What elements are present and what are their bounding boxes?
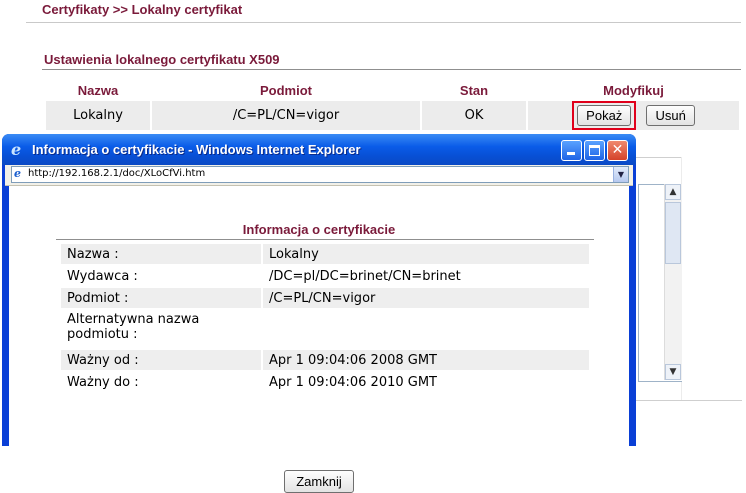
info-label: Ważny do : — [67, 374, 139, 390]
ie-page-icon: e — [14, 167, 21, 180]
close-icon: ✕ — [611, 142, 624, 158]
maximize-button[interactable] — [584, 140, 605, 161]
certificate-info-window: e Informacja o certyfikacie - Windows In… — [2, 134, 636, 493]
address-field[interactable]: e http://192.168.2.1/doc/XLoCfVi.htm ▼ — [11, 166, 629, 183]
window-titlebar[interactable]: e Informacja o certyfikacie - Windows In… — [2, 134, 636, 165]
cert-status-cell: OK — [422, 101, 526, 130]
info-label: Wydawca : — [67, 268, 138, 284]
close-button-wrap: Zamknij — [9, 470, 629, 493]
info-label: Ważny od : — [61, 350, 261, 370]
divider — [56, 239, 594, 240]
info-value: Apr 1 09:04:06 2008 GMT — [263, 350, 589, 370]
table-row: Alternatywna nazwa podmiotu : — [61, 310, 589, 348]
window-content: Informacja o certyfikacie Nazwa : Lokaln… — [9, 186, 629, 493]
table-header-row: Nazwa Podmiot Stan Modyfikuj — [46, 81, 739, 99]
close-button[interactable]: Zamknij — [284, 470, 354, 493]
table-row: Ważny od : Apr 1 09:04:06 2008 GMT — [61, 350, 589, 370]
table-row: Lokalny /C=PL/CN=vigor OK Pokaż Usuń — [46, 101, 739, 130]
info-value: /C=PL/CN=vigor — [263, 288, 589, 308]
table-row: Podmiot : /C=PL/CN=vigor — [61, 288, 589, 308]
info-label: Alternatywna nazwa podmiotu : — [67, 312, 200, 342]
divider — [42, 69, 741, 70]
ie-logo-icon: e — [11, 140, 22, 159]
table-row: Wydawca : /DC=pl/DC=brinet/CN=brinet — [61, 266, 589, 286]
info-value: Lokalny — [263, 244, 589, 264]
divider — [636, 157, 682, 158]
info-label: Nazwa : — [61, 244, 261, 264]
delete-button[interactable]: Usuń — [646, 105, 695, 126]
scroll-up-icon[interactable]: ▲ — [665, 184, 681, 200]
cert-subject-cell: /C=PL/CN=vigor — [152, 101, 420, 130]
cert-name-cell: Lokalny — [46, 101, 150, 130]
info-value: /DC=pl/DC=brinet/CN=brinet — [269, 268, 461, 284]
certificate-info-table: Nazwa : Lokalny Wydawca : /DC=pl/DC=brin… — [59, 242, 591, 394]
window-title: Informacja o certyfikacie - Windows Inte… — [32, 142, 361, 157]
table-row: Ważny do : Apr 1 09:04:06 2010 GMT — [61, 372, 589, 392]
column-header-subject: Podmiot — [260, 82, 312, 98]
certificate-table: Nazwa Podmiot Stan Modyfikuj Lokalny /C=… — [44, 79, 741, 132]
divider — [26, 22, 741, 23]
address-url: http://192.168.2.1/doc/XLoCfVi.htm — [28, 168, 206, 179]
cert-actions-cell: Pokaż Usuń — [528, 101, 739, 130]
chevron-down-icon[interactable]: ▼ — [613, 167, 628, 182]
info-label: Podmiot : — [61, 288, 261, 308]
info-value — [263, 310, 589, 348]
divider — [636, 400, 742, 401]
show-button[interactable]: Pokaż — [577, 105, 632, 126]
column-header-modify: Modyfikuj — [603, 82, 664, 98]
address-bar: e http://192.168.2.1/doc/XLoCfVi.htm ▼ — [5, 165, 633, 186]
scroll-thumb[interactable] — [665, 202, 681, 264]
show-button-highlight: Pokaż — [572, 101, 637, 130]
section-title: Ustawienia lokalnego certyfikatu X509 — [44, 52, 280, 67]
info-heading: Informacja o certyfikacie — [242, 222, 396, 237]
column-header-status: Stan — [459, 82, 489, 98]
info-value: Apr 1 09:04:06 2010 GMT — [269, 374, 437, 390]
table-row: Nazwa : Lokalny — [61, 244, 589, 264]
textarea-scrollbar[interactable]: ▲ ▼ — [664, 184, 682, 380]
close-window-button[interactable]: ✕ — [607, 140, 628, 161]
column-header-name: Nazwa — [77, 82, 119, 98]
breadcrumb: Certyfikaty >> Lokalny certyfikat — [42, 2, 243, 17]
minimize-button[interactable] — [561, 140, 582, 161]
scroll-down-icon[interactable]: ▼ — [665, 364, 681, 380]
